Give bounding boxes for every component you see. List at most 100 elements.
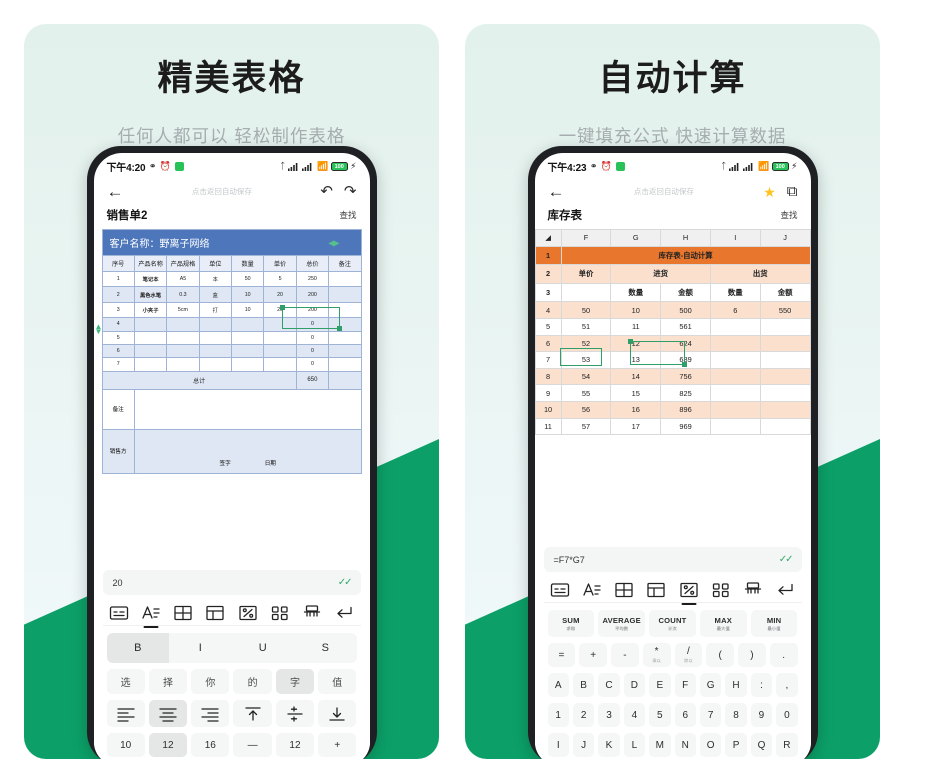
key-:[interactable]: : (750, 673, 773, 697)
table-cell[interactable]: 11 (610, 317, 662, 336)
key-9[interactable]: 9 (750, 703, 773, 727)
keyboard-icon[interactable] (108, 604, 130, 622)
spreadsheet-1[interactable]: ▲ ▼ 客户名称：野离子网络 ◀▶ 序号 产品名称 产品规格 单位 数量 单价 总价 备注 1笔… (94, 229, 370, 474)
row-number[interactable]: 7 (534, 351, 562, 369)
table-cell[interactable] (198, 330, 233, 345)
eraser-icon[interactable] (301, 604, 323, 622)
table-cell[interactable] (133, 357, 168, 372)
table-cell[interactable]: 200 (295, 301, 330, 319)
table-cell[interactable]: A5 (166, 270, 200, 288)
key-COUNT[interactable]: COUNT 计次 (649, 610, 696, 637)
key-+[interactable]: + (579, 643, 607, 667)
table-cell[interactable] (166, 343, 200, 359)
align-center-icon[interactable] (148, 700, 188, 727)
table-cell[interactable]: 6 (101, 343, 135, 359)
table-cell[interactable] (230, 357, 265, 372)
table-cell[interactable] (709, 334, 761, 353)
key-U[interactable]: U (232, 633, 295, 663)
table-cell[interactable]: 10 (230, 301, 265, 319)
table-row[interactable]: 60 (101, 343, 362, 359)
table-cell[interactable]: 896 (660, 400, 711, 419)
key-R[interactable]: R (776, 733, 798, 757)
table-cell[interactable]: 50 (560, 301, 612, 319)
key-)[interactable]: ) (738, 643, 766, 667)
apps-grid-icon[interactable] (710, 581, 732, 599)
table-cell[interactable]: 打 (198, 301, 233, 319)
resize-handle-icon[interactable]: ◀▶ (328, 238, 339, 247)
key-Q[interactable]: Q (750, 733, 773, 757)
table-cell[interactable] (759, 334, 811, 353)
apps-grid-icon[interactable] (269, 604, 291, 622)
table-cell[interactable] (166, 330, 200, 345)
table-cell[interactable] (759, 384, 811, 402)
table-cell[interactable] (133, 317, 168, 332)
key-B[interactable]: B (106, 633, 169, 663)
align-middle-icon[interactable] (275, 700, 315, 727)
table-cell[interactable]: 7 (101, 357, 135, 372)
table-cell[interactable]: 51 (560, 317, 612, 336)
key-12[interactable]: 12 (148, 733, 188, 757)
key-K[interactable]: K (598, 733, 620, 757)
key-S[interactable]: S (294, 633, 357, 663)
key-I[interactable]: I (547, 733, 569, 757)
redo-icon[interactable]: ↷ (344, 184, 357, 199)
table-cell[interactable]: 0 (295, 343, 330, 359)
sheet-body[interactable]: 1 笔记本 A5 本 50 5 250 2 黑色水笔 0.3 盒 10 20 200 3 小夹子 5cm 打 10 2… (101, 270, 362, 372)
find-button[interactable]: 查找 (339, 209, 356, 221)
table-cell[interactable] (328, 270, 362, 288)
table-cell[interactable] (198, 357, 233, 372)
table-cell[interactable]: 黑色水笔 (133, 286, 168, 303)
table-grid-icon[interactable] (172, 604, 194, 622)
key-M[interactable]: M (649, 733, 671, 757)
favorite-star-icon[interactable]: ★ (763, 185, 776, 199)
table-cell[interactable]: 本 (198, 270, 233, 288)
table-cell[interactable] (198, 317, 233, 332)
table-row[interactable]: 9 55 15 825 (534, 384, 811, 402)
table-cell[interactable] (263, 343, 297, 359)
table-cell[interactable]: 53 (560, 351, 612, 369)
align-left-icon[interactable] (106, 700, 145, 727)
table-cell[interactable] (709, 351, 761, 369)
table-cell[interactable] (166, 357, 200, 372)
table-cell[interactable] (263, 357, 297, 372)
key-值[interactable]: 值 (318, 669, 357, 694)
table-cell[interactable]: 4 (101, 317, 135, 332)
key-8[interactable]: 8 (725, 703, 747, 727)
column-letter[interactable]: G (610, 229, 662, 247)
table-cell[interactable] (709, 317, 761, 336)
align-bottom-icon[interactable] (318, 700, 357, 727)
key-0[interactable]: 0 (776, 703, 798, 727)
key-=[interactable]: = (547, 643, 576, 667)
row-number[interactable]: 6 (534, 334, 562, 353)
key-MIN[interactable]: MIN 最小值 (750, 610, 798, 637)
key-I[interactable]: I (169, 633, 232, 663)
key-AVERAGE[interactable]: AVERAGE 平均数 (598, 610, 646, 637)
table-cell[interactable] (759, 351, 811, 369)
table-cell[interactable]: 0 (295, 317, 330, 332)
table-cell[interactable]: 689 (660, 351, 711, 369)
table-cell[interactable] (709, 400, 761, 419)
table-cell[interactable]: 550 (759, 301, 811, 319)
table-cell[interactable]: 2 (101, 286, 135, 303)
table-grid-icon[interactable] (613, 581, 635, 599)
table-cell[interactable] (328, 343, 362, 359)
table-cell[interactable] (709, 417, 761, 436)
table-cell[interactable]: 624 (660, 334, 711, 353)
undo-icon[interactable]: ↶ (320, 184, 333, 199)
key-E[interactable]: E (649, 673, 671, 697)
table-cell[interactable] (709, 367, 761, 386)
table-cell[interactable]: 16 (610, 400, 662, 419)
enter-icon[interactable] (774, 581, 796, 599)
table-cell[interactable] (759, 367, 811, 386)
key-.[interactable]: . (769, 643, 798, 667)
table-row[interactable]: 11 57 17 969 (534, 417, 811, 436)
table-cell[interactable] (230, 330, 265, 345)
row-grip-handle[interactable]: ▲ ▼ (95, 323, 103, 335)
find-button[interactable]: 查找 (780, 209, 797, 221)
table-cell[interactable] (328, 330, 362, 345)
key-7[interactable]: 7 (699, 703, 722, 727)
key-O[interactable]: O (699, 733, 722, 757)
row-number[interactable]: 4 (534, 301, 562, 319)
table-cell[interactable]: 10 (230, 286, 265, 303)
note-row[interactable]: 备注 (101, 388, 362, 430)
